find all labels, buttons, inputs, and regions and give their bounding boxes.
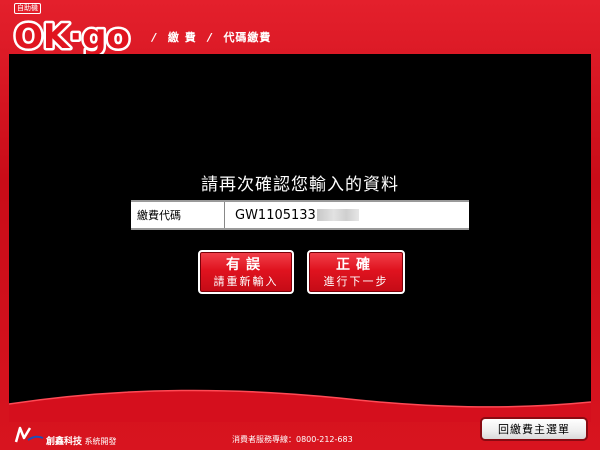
breadcrumb-separator: / <box>207 31 213 44</box>
confirm-button[interactable]: 正確 進行下一步 <box>307 250 405 294</box>
footer-company: 創鑫科技 系統開發 <box>46 434 117 447</box>
main-screen: 請再次確認您輸入的資料 繳費代碼 GW1105133 有誤 請重新輸入 正確 進… <box>9 54 591 422</box>
okgo-logo: OK·go OK·go <box>12 15 133 55</box>
hotline-text: 消費者服務專線：0800-212-683 <box>232 435 353 444</box>
company-name: 創鑫科技 <box>46 437 83 447</box>
bottom-wave-decoration <box>9 389 591 422</box>
confirm-button-title: 正確 <box>336 257 376 273</box>
breadcrumb: / 繳 費 / 代碼繳費 <box>146 29 271 45</box>
redacted-mask <box>316 209 359 221</box>
company-logo-icon <box>14 426 44 443</box>
confirm-button-subtitle: 進行下一步 <box>323 275 389 288</box>
retry-button-subtitle: 請重新輸入 <box>213 275 279 288</box>
back-to-main-menu-button[interactable]: 回繳費主選單 <box>480 417 588 441</box>
retry-button-title: 有誤 <box>226 257 266 273</box>
breadcrumb-item-code-payment: 代碼繳費 <box>223 31 272 44</box>
breadcrumb-separator: / <box>152 31 158 44</box>
payment-code-value-wrap: GW1105133 <box>225 208 359 223</box>
svg-text:OK·go: OK·go <box>14 17 130 54</box>
breadcrumb-item-payment: 繳 費 <box>167 31 197 44</box>
retry-button[interactable]: 有誤 請重新輸入 <box>198 250 294 294</box>
company-suffix: 系統開發 <box>84 437 117 446</box>
payment-code-row: 繳費代碼 GW1105133 <box>131 200 469 230</box>
logo-small-tag: 自助機 <box>14 3 41 14</box>
payment-code-label: 繳費代碼 <box>131 202 225 228</box>
payment-code-value: GW1105133 <box>235 207 316 223</box>
confirm-prompt: 請再次確認您輸入的資料 <box>201 175 399 195</box>
